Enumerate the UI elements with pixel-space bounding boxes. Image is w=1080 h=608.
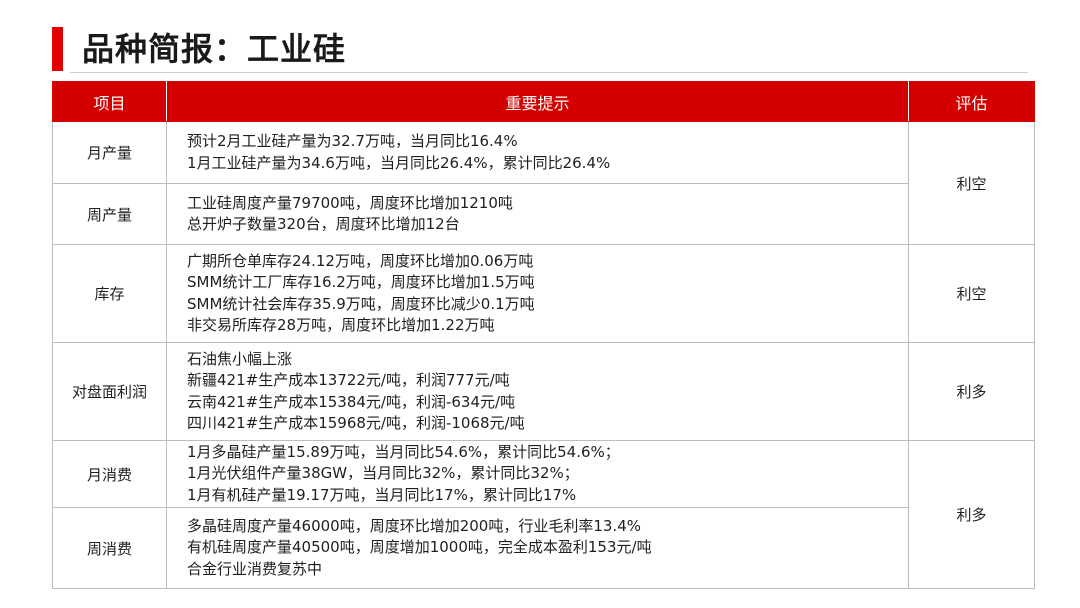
tip-line: 有机硅周度产量40500吨，周度增加1000吨，完全成本盈利153元/吨 — [187, 538, 652, 557]
header-item: 项目 — [52, 81, 167, 122]
tip-line: 石油焦小幅上涨 — [187, 349, 293, 368]
tip-line: 新疆421#生产成本13722元/吨，利润777元/吨 — [187, 371, 510, 389]
tip-line: 1月有机硅产量19.17万吨，当月同比17%，累计同比17% — [187, 485, 577, 504]
row-tips: 石油焦小幅上涨 新疆421#生产成本13722元/吨，利润777元/吨 云南42… — [166, 342, 909, 441]
row-tips: 广期所仓单库存24.12万吨，周度环比增加0.06万吨 SMM统计工厂库存16.… — [166, 244, 909, 343]
tip-line: 工业硅周度产量79700吨，周度环比增加1210吨 — [187, 193, 513, 212]
tip-line: 四川421#生产成本15968元/吨，利润-1068元/吨 — [187, 414, 525, 432]
tip-line: 1月光伏组件产量38GW，当月同比32%，累计同比32%； — [187, 464, 579, 483]
table-header-row: 项目 重要提示 评估 — [52, 81, 1035, 122]
row-item-label: 周消费 — [52, 507, 167, 589]
evaluation-cell: 利空 — [908, 121, 1035, 245]
table-row-inventory: 库存 广期所仓单库存24.12万吨，周度环比增加0.06万吨 SMM统计工厂库存… — [52, 244, 1035, 343]
page-title: 品种简报：工业硅 — [82, 30, 347, 68]
row-item-label: 月消费 — [52, 440, 167, 508]
table-row-monthly-output: 月产量 预计2月工业硅产量为32.7万吨，当月同比16.4% 1月工业硅产量为3… — [52, 121, 1035, 245]
table-row-weekly-consumption: 周消费 多晶硅周度产量46000吨，周度环比增加200吨，行业毛利率13.4% … — [52, 507, 1035, 589]
evaluation-cell: 利多 — [908, 342, 1035, 441]
row-tips: 多晶硅周度产量46000吨，周度环比增加200吨，行业毛利率13.4% 有机硅周… — [166, 507, 909, 589]
tip-line: 1月多晶硅产量15.89万吨，当月同比54.6%，累计同比54.6%； — [187, 442, 620, 461]
header-tips: 重要提示 — [166, 81, 909, 122]
table-row-weekly-output: 周产量 工业硅周度产量79700吨，周度环比增加1210吨 总开炉子数量320台… — [52, 183, 1035, 245]
evaluation-cell: 利多 — [908, 440, 1035, 589]
tip-line: 云南421#生产成本15384元/吨，利润-634元/吨 — [187, 392, 516, 411]
tip-line: 1月工业硅产量为34.6万吨，当月同比26.4%，累计同比26.4% — [187, 153, 611, 172]
title-divider — [70, 72, 1028, 73]
row-tips: 工业硅周度产量79700吨，周度环比增加1210吨 总开炉子数量320台，周度环… — [166, 183, 909, 245]
tip-line: SMM统计社会库存35.9万吨，周度环比减少0.1万吨 — [187, 294, 535, 313]
row-item-label: 对盘面利润 — [52, 342, 167, 441]
row-item-label: 周产量 — [52, 183, 167, 245]
tip-line: 广期所仓单库存24.12万吨，周度环比增加0.06万吨 — [187, 251, 534, 270]
table-row-monthly-consumption: 月消费 1月多晶硅产量15.89万吨，当月同比54.6%，累计同比54.6%； … — [52, 440, 1035, 589]
tip-line: 总开炉子数量320台，周度环比增加12台 — [187, 215, 460, 233]
tip-line: 多晶硅周度产量46000吨，周度环比增加200吨，行业毛利率13.4% — [187, 516, 642, 535]
row-tips: 预计2月工业硅产量为32.7万吨，当月同比16.4% 1月工业硅产量为34.6万… — [166, 121, 909, 184]
tip-line: 合金行业消费复苏中 — [187, 559, 323, 578]
row-item-label: 月产量 — [52, 121, 167, 184]
row-item-label: 库存 — [52, 244, 167, 343]
header-evaluation: 评估 — [908, 81, 1035, 122]
tip-line: 预计2月工业硅产量为32.7万吨，当月同比16.4% — [187, 132, 518, 150]
table-row-futures-profit: 对盘面利润 石油焦小幅上涨 新疆421#生产成本13722元/吨，利润777元/… — [52, 342, 1035, 441]
evaluation-cell: 利空 — [908, 244, 1035, 343]
tip-line: 非交易所库存28万吨，周度环比增加1.22万吨 — [187, 316, 495, 334]
title-accent-bar — [52, 27, 63, 71]
briefing-table: 项目 重要提示 评估 月产量 预计2月工业硅产量为32.7万吨，当月同比16.4… — [52, 81, 1035, 589]
tip-line: SMM统计工厂库存16.2万吨，周度环比增加1.5万吨 — [187, 273, 535, 291]
row-tips: 1月多晶硅产量15.89万吨，当月同比54.6%，累计同比54.6%； 1月光伏… — [166, 440, 909, 508]
